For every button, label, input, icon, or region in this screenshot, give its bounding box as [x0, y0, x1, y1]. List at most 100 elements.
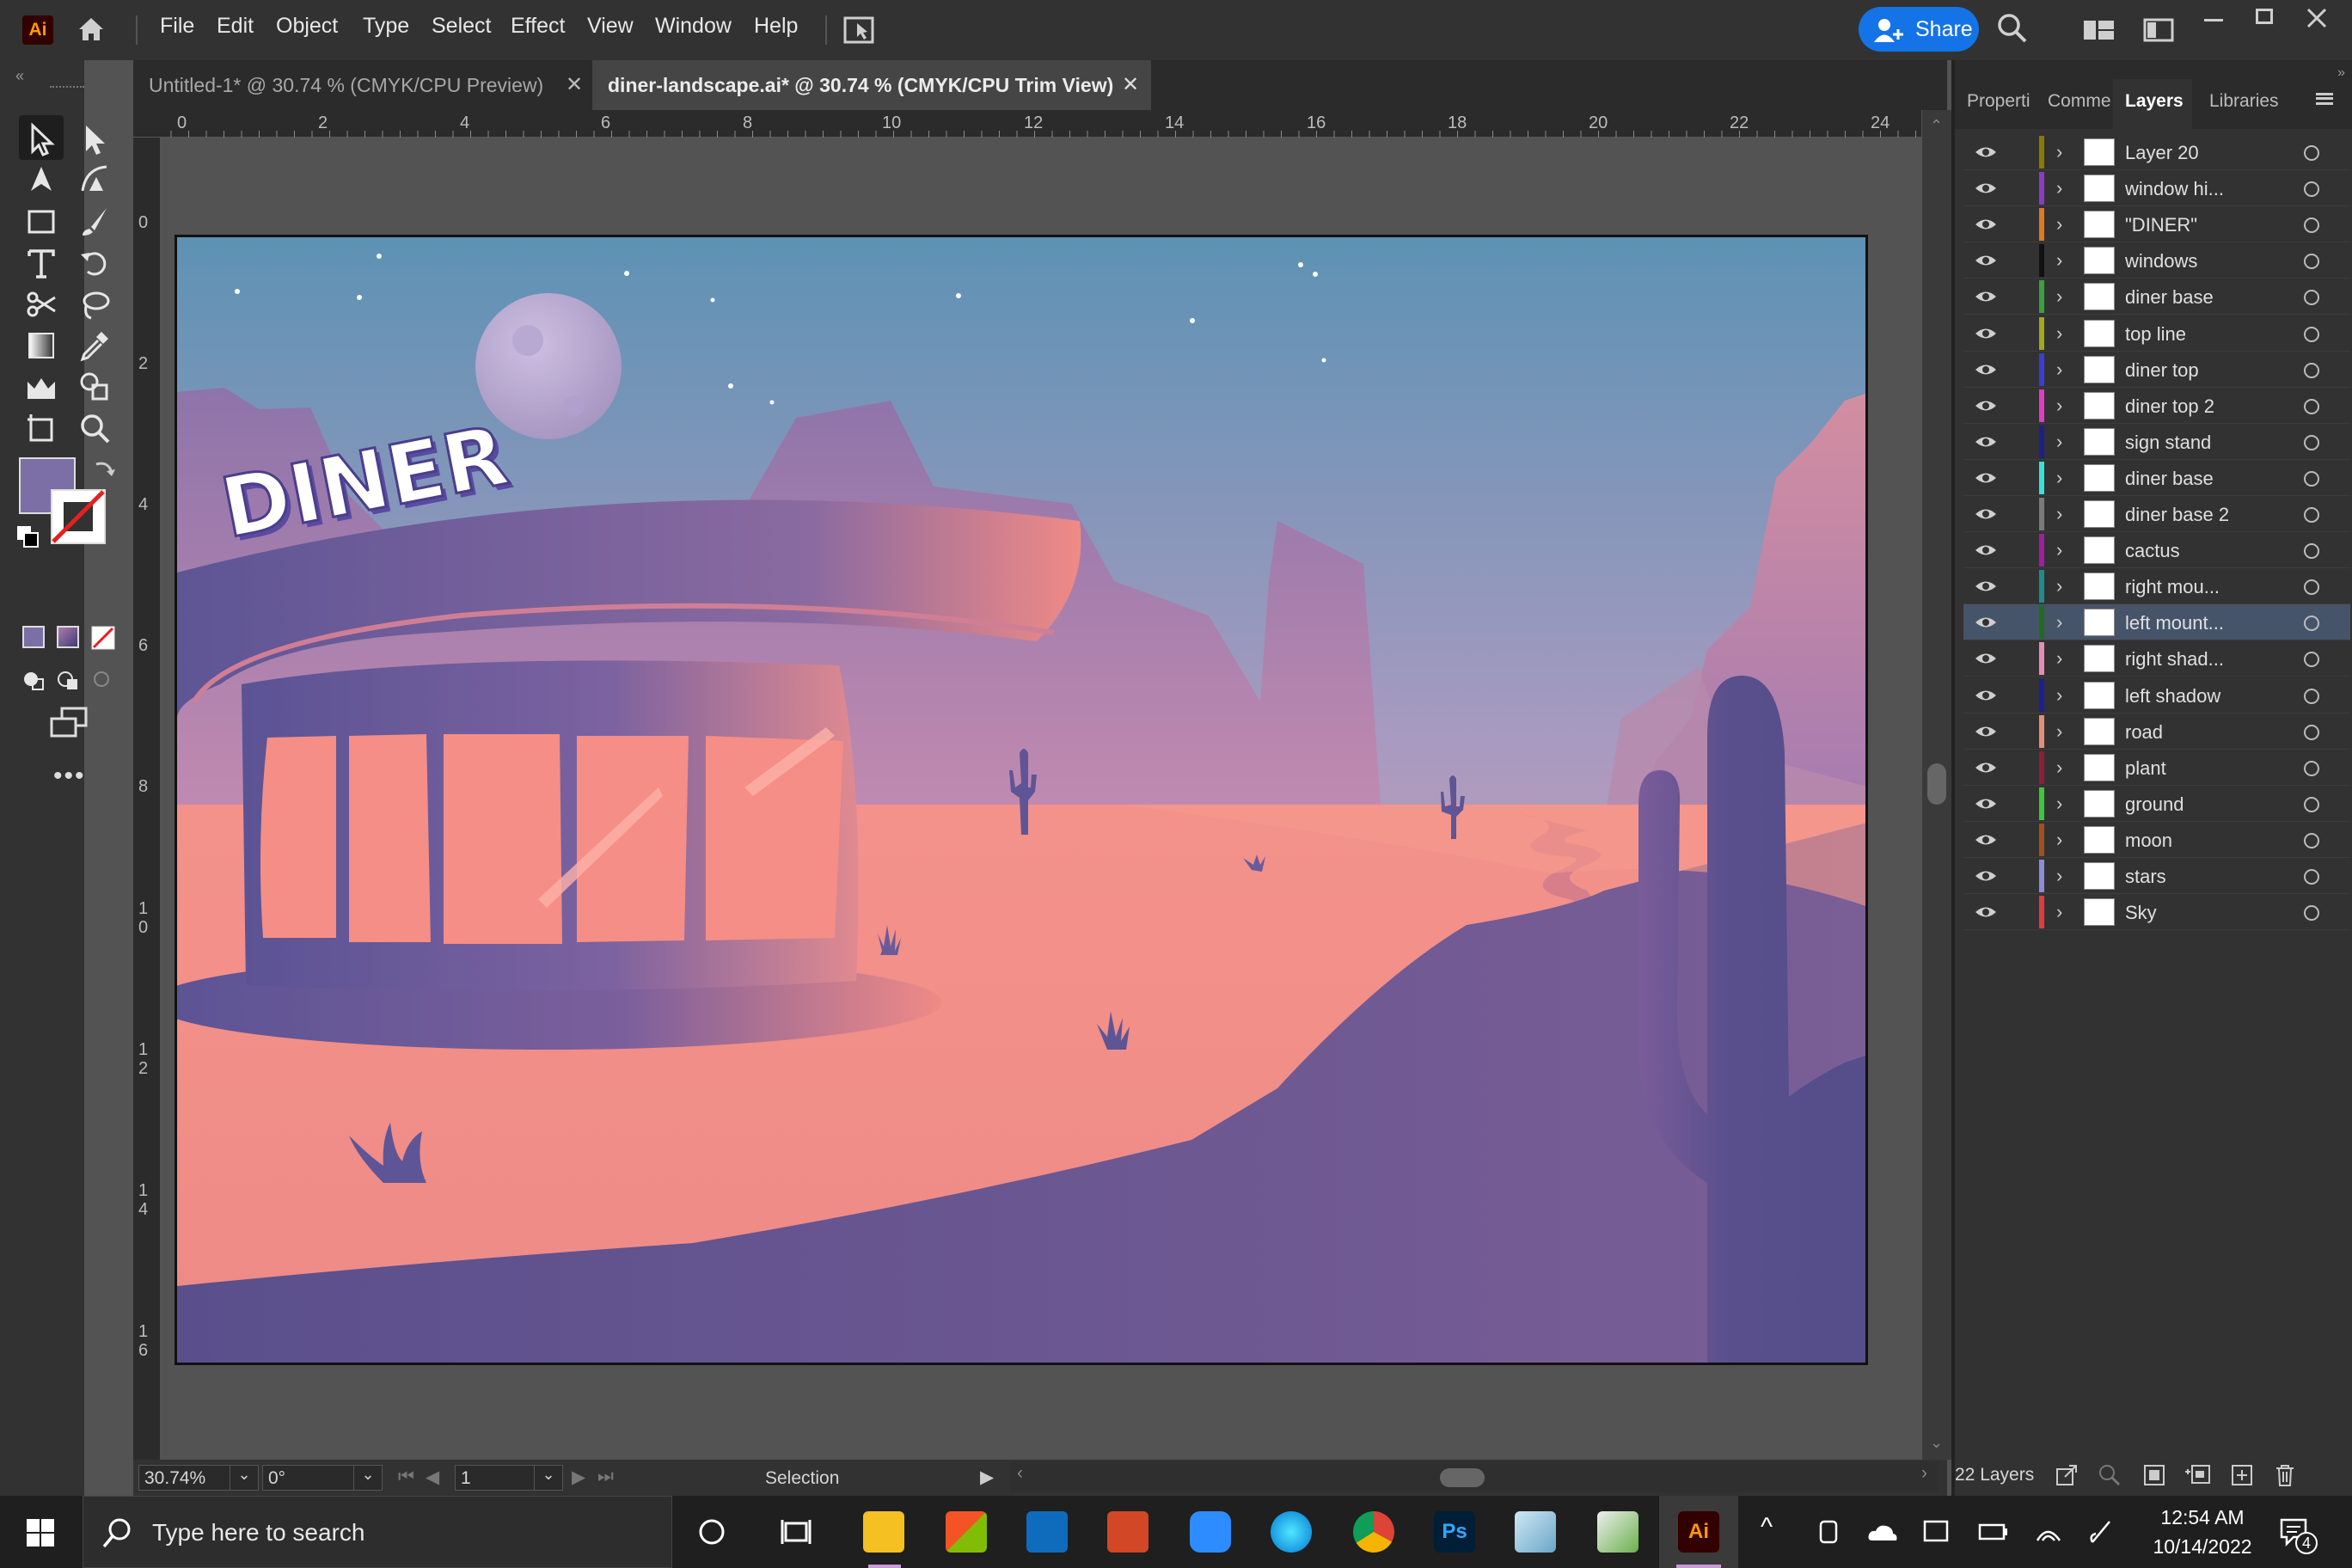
clock-date[interactable]: 10/14/2022 — [2146, 1535, 2259, 1559]
close-tab-icon[interactable]: ✕ — [1122, 60, 1139, 110]
layer-row[interactable]: › ground — [1963, 786, 2350, 822]
scissors-tool-icon[interactable] — [24, 287, 58, 322]
visibility-eye-icon[interactable] — [1974, 686, 1998, 705]
vertical-scrollbar[interactable]: ⌃ ⌄ — [1922, 110, 1951, 1460]
visibility-eye-icon[interactable] — [1974, 251, 1998, 270]
type-tool-icon[interactable] — [24, 246, 58, 280]
expand-chevron-icon[interactable]: › — [2056, 322, 2073, 344]
expand-chevron-icon[interactable]: › — [2056, 141, 2073, 162]
artboard-tool-icon[interactable] — [24, 411, 58, 445]
app-icon[interactable] — [1597, 1511, 1638, 1553]
pen-tool-icon[interactable] — [24, 162, 58, 196]
next-artboard-icon[interactable]: ▶ — [572, 1467, 585, 1488]
scroll-right-icon[interactable]: › — [1921, 1463, 1927, 1484]
tab-libraries[interactable]: Libraries — [2209, 91, 2279, 112]
cortana-icon[interactable] — [696, 1516, 727, 1547]
layer-row[interactable]: › stars — [1963, 858, 2350, 894]
visibility-eye-icon[interactable] — [1974, 649, 1998, 668]
layer-target-icon[interactable] — [2304, 470, 2319, 487]
visibility-eye-icon[interactable] — [1974, 541, 1998, 560]
change-screen-mode-icon[interactable] — [48, 707, 89, 738]
layer-target-icon[interactable] — [2304, 652, 2319, 668]
expand-chevron-icon[interactable]: › — [2056, 684, 2073, 706]
expand-chevron-icon[interactable]: › — [2056, 467, 2073, 488]
home-icon[interactable] — [76, 14, 107, 45]
scroll-left-icon[interactable]: ‹ — [1017, 1463, 1023, 1484]
menu-effect[interactable]: Effect — [511, 14, 565, 39]
default-fill-stroke-icon[interactable] — [15, 524, 40, 548]
visibility-eye-icon[interactable] — [1974, 867, 1998, 885]
swap-fill-stroke-icon[interactable] — [91, 456, 117, 481]
arrange-documents-icon[interactable] — [842, 15, 875, 46]
layer-row[interactable]: › diner top 2 — [1963, 388, 2350, 424]
windows-start-icon[interactable] — [26, 1518, 55, 1547]
artboard[interactable]: DINER DINER — [175, 235, 1868, 1365]
search-icon[interactable] — [1996, 12, 2029, 46]
expand-chevron-icon[interactable]: › — [2056, 865, 2073, 886]
rotation-field[interactable]: 0° — [262, 1465, 357, 1491]
export-icon[interactable] — [2055, 1463, 2079, 1487]
curvature-tool-icon[interactable] — [77, 162, 112, 196]
expand-chevron-icon[interactable]: › — [2056, 756, 2073, 778]
file-explorer-icon[interactable] — [863, 1511, 904, 1553]
layer-row[interactable]: › right shad... — [1963, 640, 2350, 677]
none-mode-button[interactable] — [91, 626, 115, 650]
layer-row[interactable]: › right mou... — [1963, 568, 2350, 605]
visibility-eye-icon[interactable] — [1974, 505, 1998, 524]
taskbar-search[interactable]: Type here to search — [83, 1496, 672, 1568]
lasso-tool-icon[interactable] — [77, 287, 112, 322]
expand-chevron-icon[interactable]: › — [2056, 249, 2073, 271]
gradient-mode-button[interactable] — [57, 626, 79, 648]
visibility-eye-icon[interactable] — [1974, 830, 1998, 849]
vertical-ruler[interactable]: 0 2 4 6 8 10 12 14 16 — [133, 138, 161, 1460]
edge-icon[interactable] — [1271, 1511, 1312, 1553]
expand-chevron-icon[interactable]: › — [2056, 285, 2073, 307]
layer-target-icon[interactable] — [2304, 543, 2319, 560]
chrome-icon[interactable] — [1353, 1511, 1394, 1553]
collapse-panel-icon[interactable]: » — [1955, 65, 2352, 80]
rectangle-tool-icon[interactable] — [24, 205, 58, 239]
visibility-eye-icon[interactable] — [1974, 324, 1998, 343]
mail-icon[interactable] — [1026, 1511, 1068, 1553]
layer-row[interactable]: › top line — [1963, 315, 2350, 352]
shape-builder-tool-icon[interactable] — [77, 370, 112, 404]
layer-row[interactable]: › Sky — [1963, 894, 2350, 931]
photoshop-icon[interactable]: Ps — [1434, 1511, 1475, 1553]
visibility-eye-icon[interactable] — [1974, 577, 1998, 596]
layer-target-icon[interactable] — [2304, 579, 2319, 596]
expand-chevron-icon[interactable]: › — [2056, 431, 2073, 452]
menu-view[interactable]: View — [587, 14, 634, 39]
make-clipping-mask-icon[interactable] — [2142, 1463, 2166, 1487]
horizontal-scrollbar[interactable]: ‹ › — [1010, 1461, 1939, 1492]
panel-layout-icon[interactable] — [2142, 15, 2177, 45]
visibility-eye-icon[interactable] — [1974, 613, 1998, 632]
visibility-eye-icon[interactable] — [1974, 143, 1998, 162]
layer-row[interactable]: › plant — [1963, 750, 2350, 786]
layer-target-icon[interactable] — [2304, 362, 2319, 378]
layer-target-icon[interactable] — [2304, 145, 2319, 161]
layer-target-icon[interactable] — [2304, 760, 2319, 776]
visibility-eye-icon[interactable] — [1974, 794, 1998, 813]
battery-icon[interactable] — [1977, 1520, 2010, 1544]
visibility-eye-icon[interactable] — [1974, 287, 1998, 306]
illustrator-icon[interactable]: Ai — [1678, 1511, 1719, 1553]
workspace-switcher-icon[interactable] — [2082, 15, 2116, 45]
stroke-swatch[interactable] — [48, 487, 108, 547]
visibility-eye-icon[interactable] — [1974, 396, 1998, 415]
layer-row[interactable]: › moon — [1963, 822, 2350, 858]
expand-chevron-icon[interactable]: › — [2056, 358, 2073, 380]
scroll-down-icon[interactable]: ⌄ — [1930, 1434, 1943, 1452]
expand-chevron-icon[interactable]: › — [2056, 720, 2073, 742]
layer-target-icon[interactable] — [2304, 181, 2319, 198]
layer-target-icon[interactable] — [2304, 688, 2319, 704]
layer-target-icon[interactable] — [2304, 869, 2319, 885]
menu-file[interactable]: File — [160, 14, 194, 39]
locate-object-icon[interactable] — [2098, 1463, 2122, 1487]
paintbrush-tool-icon[interactable] — [77, 205, 112, 239]
expand-chevron-icon[interactable]: › — [2056, 829, 2073, 850]
tab-untitled[interactable]: Untitled-1* @ 30.74 % (CMYK/CPU Preview)… — [133, 60, 589, 110]
visibility-eye-icon[interactable] — [1974, 903, 1998, 922]
layer-row[interactable]: › cactus — [1963, 532, 2350, 569]
panel-menu-icon[interactable] — [2316, 93, 2333, 105]
minimize-button[interactable] — [2204, 19, 2223, 21]
